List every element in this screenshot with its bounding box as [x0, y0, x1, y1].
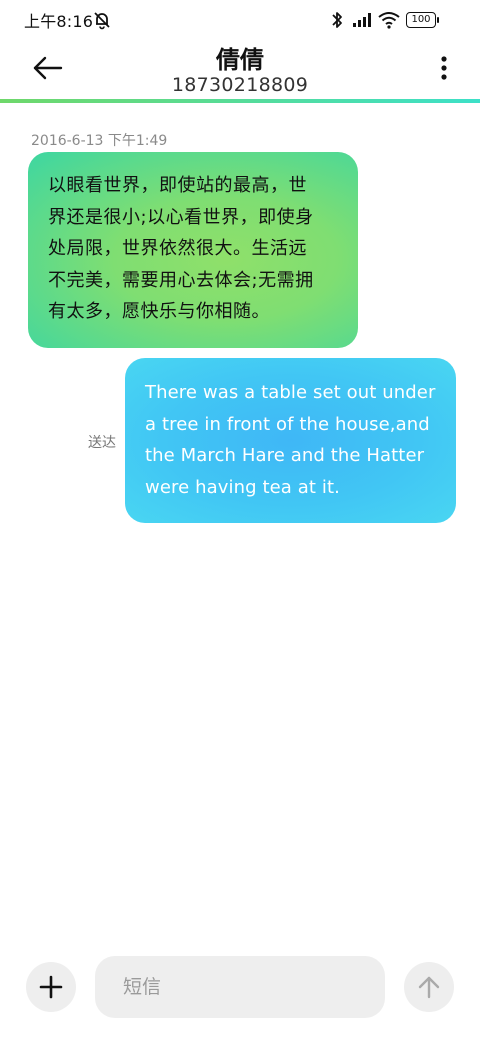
contact-number: 18730218809: [171, 74, 309, 96]
wifi-icon: [378, 12, 400, 29]
incoming-message-bubble[interactable]: 以眼看世界，即使站的最高，世 界还是很小;以心看世界，即使身 处局限，世界依然很…: [28, 152, 358, 348]
conversation-header: 倩倩 18730218809: [0, 40, 480, 104]
delivery-status: 送达: [88, 435, 116, 451]
message-composer: [0, 950, 480, 1030]
message-line: 界还是很小;以心看世界，即使身: [48, 206, 314, 228]
status-time: 上午8:16: [24, 12, 94, 31]
contact-name: 倩倩: [216, 46, 264, 74]
message-line: There was a table set out under: [145, 382, 436, 403]
signal-icon: [353, 13, 371, 27]
message-line: a tree in front of the house,and: [145, 413, 430, 435]
message-line: were having tea at it.: [145, 476, 340, 498]
more-vertical-icon: [441, 56, 447, 80]
dnd-off-icon: [94, 12, 110, 30]
status-bar: 上午8:16 100: [0, 0, 480, 40]
arrow-up-icon: [418, 976, 440, 999]
bluetooth-icon: [332, 12, 342, 28]
battery-icon: 100: [406, 12, 439, 28]
message-line: 有太多，愿快乐与你相随。: [48, 301, 270, 322]
header-divider: [0, 99, 480, 103]
message-line: 不完美，需要用心去体会;无需拥: [48, 269, 314, 291]
message-line: 以眼看世界，即使站的最高，世: [48, 175, 307, 196]
plus-icon: [39, 975, 63, 999]
message-input[interactable]: [95, 956, 385, 1018]
outgoing-message-bubble[interactable]: There was a table set out under a tree i…: [125, 358, 456, 523]
outgoing-message-text: There was a table set out under a tree i…: [145, 377, 438, 503]
add-attachment-button[interactable]: [26, 962, 76, 1012]
send-button[interactable]: [404, 962, 454, 1012]
more-options-button[interactable]: [436, 54, 452, 82]
message-line: the March Hare and the Hatter: [145, 445, 425, 466]
message-line: 处局限，世界依然很大。生活远: [48, 238, 307, 259]
message-timestamp: 2016-6-13 下午1:49: [31, 133, 168, 149]
incoming-message-text: 以眼看世界，即使站的最高，世 界还是很小;以心看世界，即使身 处局限，世界依然很…: [48, 170, 340, 328]
